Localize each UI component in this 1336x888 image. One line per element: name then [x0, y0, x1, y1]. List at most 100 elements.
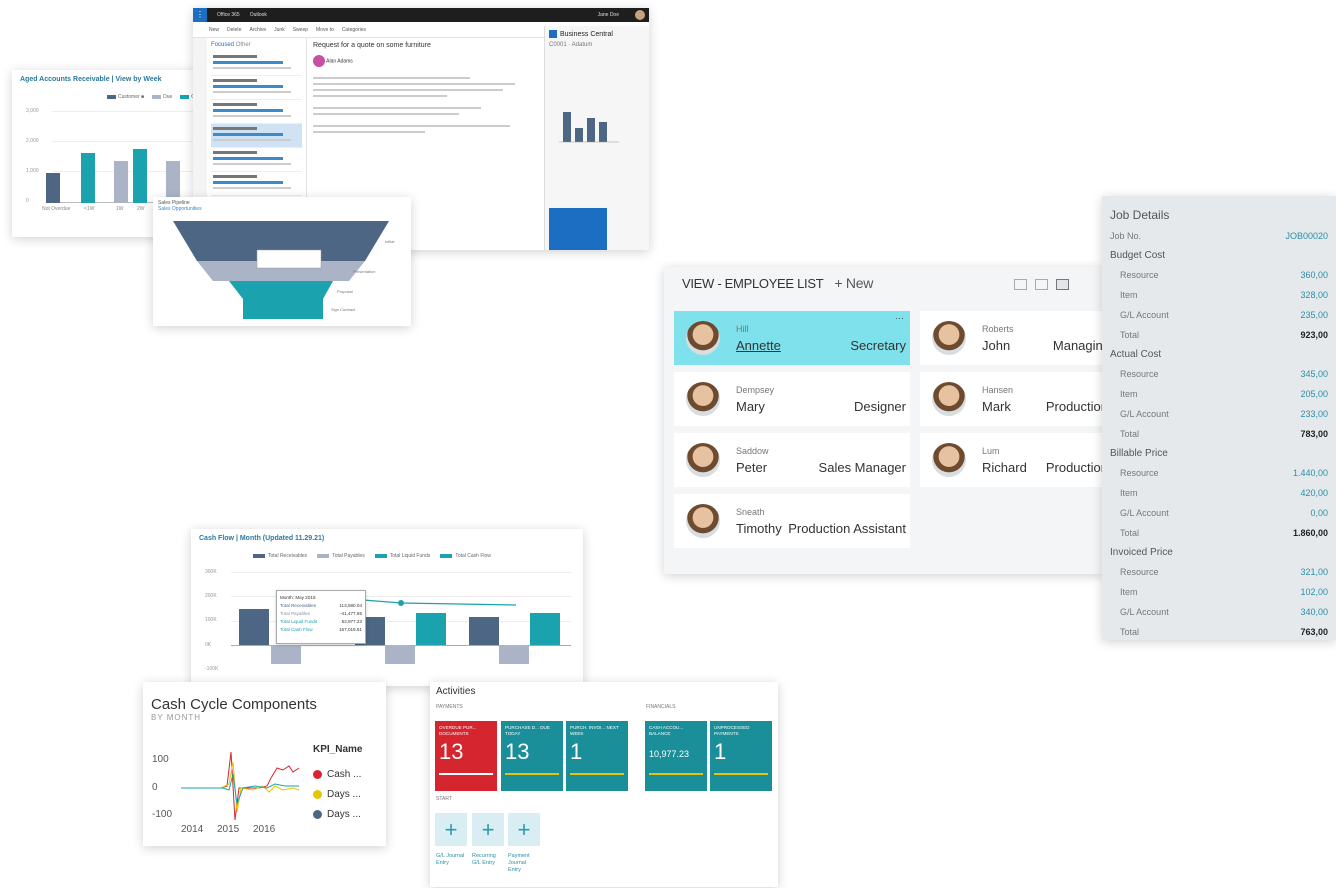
cue-tile-unprocessed-payments[interactable]: UNPROCESSED PAYMENTS 1: [710, 721, 772, 791]
employee-given-name[interactable]: Annette: [736, 338, 781, 353]
message-item-selected[interactable]: [211, 124, 302, 148]
job-detail-row: G/L Account 0,00: [1110, 503, 1328, 523]
sweep-button[interactable]: Sweep: [293, 27, 308, 33]
cash-cycle-lines: [181, 751, 300, 821]
employee-card[interactable]: Saddow Peter Sales Manager: [674, 433, 910, 487]
job-detail-value[interactable]: 923,00: [1300, 330, 1328, 340]
job-detail-label: Billable Price: [1110, 448, 1168, 460]
user-name[interactable]: Jane Doe: [598, 12, 619, 18]
employee-job-title: Secretary: [850, 338, 906, 353]
job-detail-label: Job No.: [1110, 230, 1142, 241]
tile-value: 10,977.23: [649, 749, 690, 759]
job-detail-row: Budget Cost: [1110, 246, 1328, 266]
chart-bar[interactable]: [114, 161, 128, 203]
outlook-brand: Outlook: [249, 12, 267, 18]
bc-tile[interactable]: [549, 208, 607, 250]
chart-bar[interactable]: [81, 153, 95, 203]
employee-card[interactable]: Hill Annette Secretary ···: [674, 311, 910, 365]
employee-card[interactable]: Sneath Timothy Production Assistant: [674, 494, 910, 548]
message-item[interactable]: [211, 100, 302, 124]
message-item[interactable]: [211, 76, 302, 100]
focused-tab[interactable]: Focused: [211, 42, 234, 48]
job-detail-value[interactable]: 1.860,00: [1293, 528, 1328, 538]
job-detail-value[interactable]: 783,00: [1300, 429, 1328, 439]
job-detail-value[interactable]: 235,00: [1300, 310, 1328, 320]
y-tick: 0: [26, 198, 29, 204]
categories-button[interactable]: Categories: [342, 27, 366, 33]
archive-button[interactable]: Archive: [249, 27, 266, 33]
x-tick: 2W: [137, 206, 145, 212]
job-detail-value[interactable]: 345,00: [1300, 369, 1328, 379]
junk-button[interactable]: Junk: [274, 27, 285, 33]
legend-item: Due: [152, 94, 172, 100]
employee-photo: [932, 382, 966, 416]
tile-indicator: [570, 773, 624, 775]
employee-given-name: Mark: [982, 399, 1011, 414]
job-detail-value[interactable]: 328,00: [1300, 290, 1328, 300]
payment-journal-entry-add-icon[interactable]: +: [508, 813, 540, 846]
job-detail-value[interactable]: 340,00: [1300, 607, 1328, 617]
start-link[interactable]: G/L Journal Entry: [436, 853, 466, 867]
job-detail-value[interactable]: 321,00: [1300, 567, 1328, 577]
job-detail-value[interactable]: 1.440,00: [1293, 468, 1328, 478]
cue-tile-cash-balance[interactable]: CASH ACCOU... BALANCE 10,977.23: [645, 721, 707, 791]
grid-view-icon[interactable]: [1035, 279, 1048, 290]
employee-card[interactable]: Lum Richard Production: [920, 433, 1108, 487]
gl-journal-entry-add-icon[interactable]: +: [435, 813, 467, 846]
delete-button[interactable]: Delete: [227, 27, 241, 33]
legend-item[interactable]: Cash ...: [313, 769, 361, 780]
employee-card[interactable]: Dempsey Mary Designer: [674, 372, 910, 426]
recurring-gl-entry-add-icon[interactable]: +: [472, 813, 504, 846]
new-button[interactable]: New: [209, 27, 219, 33]
job-detail-row: Item 102,00: [1110, 582, 1328, 602]
cue-tile-next-week[interactable]: PURCH. INVOI... NEXT WEEK 1: [566, 721, 628, 791]
job-detail-value[interactable]: 205,00: [1300, 389, 1328, 399]
job-detail-label: Resource: [1120, 270, 1159, 281]
y-tick: 3,000: [26, 108, 39, 114]
message-item[interactable]: [211, 172, 302, 196]
message-list-header: Focused Other: [207, 38, 306, 52]
start-link[interactable]: Recurring G/L Entry: [472, 853, 504, 867]
app-launcher-icon[interactable]: ⋮: [193, 8, 207, 22]
employee-family-name: Dempsey: [736, 385, 775, 395]
other-tab[interactable]: Other: [236, 42, 251, 48]
employee-card[interactable]: Hansen Mark Production: [920, 372, 1108, 426]
job-detail-value[interactable]: 0,00: [1310, 508, 1328, 518]
employee-card[interactable]: Roberts John Managing: [920, 311, 1110, 365]
tile-label: PURCH. INVOI... NEXT WEEK: [570, 725, 619, 736]
tile-view-icon[interactable]: [1056, 279, 1069, 290]
cue-tile-overdue-documents[interactable]: OVERDUE PUR... DOCUMENTS 13: [435, 721, 497, 791]
user-avatar[interactable]: [635, 10, 645, 20]
job-detail-value[interactable]: 233,00: [1300, 409, 1328, 419]
job-detail-value[interactable]: 763,00: [1300, 627, 1328, 637]
new-button[interactable]: + New: [834, 275, 873, 291]
employee-photo: [686, 443, 720, 477]
employee-photo: [932, 443, 966, 477]
more-options-icon[interactable]: ···: [895, 313, 904, 323]
chart-bar[interactable]: [133, 149, 147, 203]
legend-item[interactable]: Days ...: [313, 809, 361, 820]
job-detail-row: Total 763,00: [1110, 622, 1328, 642]
employee-given-name: Richard: [982, 460, 1027, 475]
message-item[interactable]: [211, 148, 302, 172]
job-detail-row: Resource 345,00: [1110, 365, 1328, 385]
cue-tile-due-today[interactable]: PURCHASE D... DUE TODAY 13: [501, 721, 563, 791]
legend-item[interactable]: Days ...: [313, 789, 361, 800]
job-detail-row: Item 328,00: [1110, 285, 1328, 305]
list-view-icon[interactable]: [1014, 279, 1027, 290]
message-item[interactable]: [211, 52, 302, 76]
employee-given-name: Peter: [736, 460, 768, 475]
move-to-button[interactable]: Move to: [316, 27, 334, 33]
tooltip-row: Total Receivables 113,580.04: [280, 602, 362, 610]
job-detail-value[interactable]: 420,00: [1300, 488, 1328, 498]
chart-bar[interactable]: [46, 173, 60, 203]
job-detail-label: Total: [1120, 626, 1140, 637]
employee-job-title: Production: [1045, 399, 1108, 414]
job-detail-row: Total 923,00: [1110, 325, 1328, 345]
job-detail-label: Resource: [1120, 369, 1159, 380]
start-link[interactable]: Payment Journal Entry: [508, 853, 540, 874]
funnel-subtitle[interactable]: Sales Opportunities: [153, 206, 411, 212]
job-detail-value[interactable]: 102,00: [1300, 587, 1328, 597]
job-detail-value[interactable]: 360,00: [1300, 270, 1328, 280]
job-detail-value[interactable]: JOB00020: [1285, 231, 1328, 241]
